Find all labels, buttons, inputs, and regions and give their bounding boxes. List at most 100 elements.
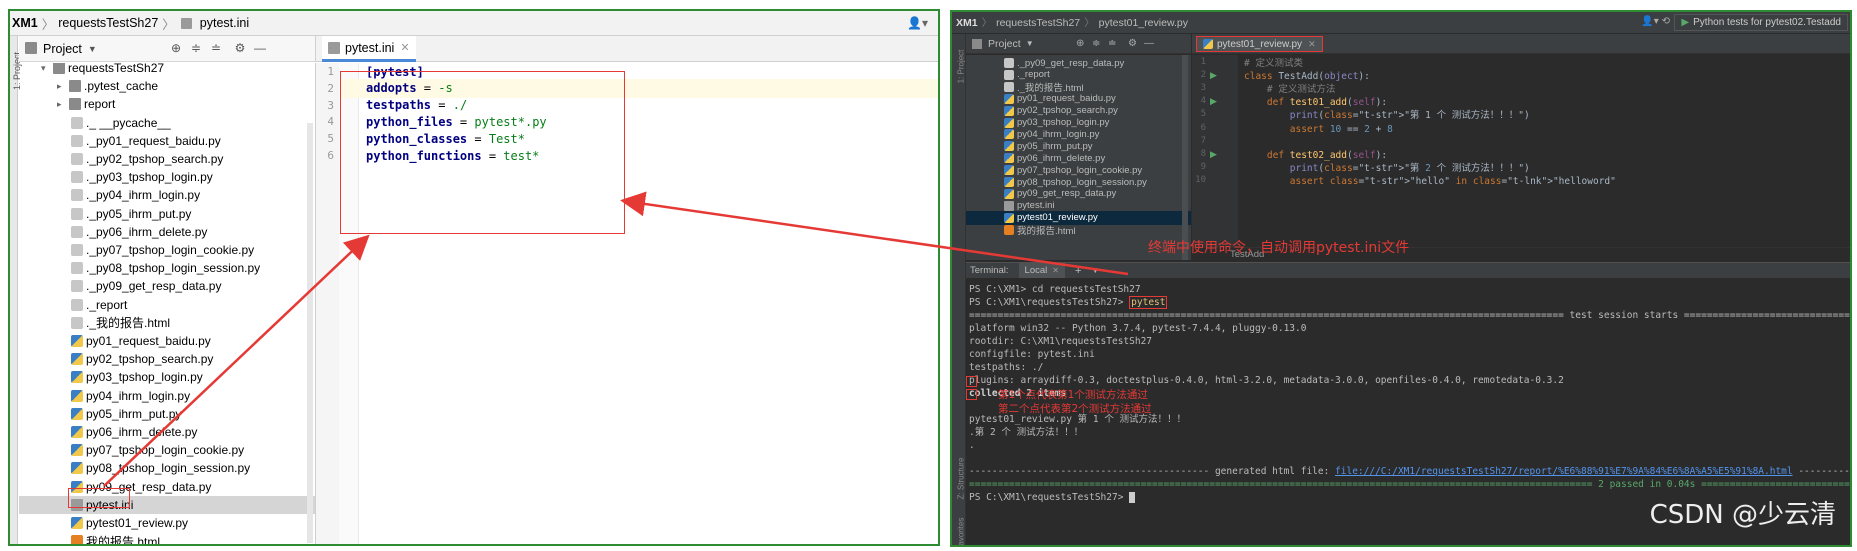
html-report-link[interactable]: file:///C:/XM1/requestsTestSh27/report/%… — [1335, 466, 1793, 477]
locate-icon[interactable]: ⊕ — [1076, 38, 1084, 49]
project-tool-title[interactable]: Project — [43, 42, 82, 56]
tree-item[interactable]: py07_tpshop_login_cookie.py — [19, 441, 315, 459]
tree-item[interactable]: 我的报告.html — [19, 532, 315, 544]
tree-item[interactable]: ._py09_get_resp_data.py — [19, 277, 315, 295]
tree-item[interactable]: ▾ requestsTestSh27 — [19, 63, 315, 77]
breadcrumb-folder[interactable]: requestsTestSh27 — [54, 16, 162, 30]
expand-all-icon[interactable]: ≑ — [1092, 38, 1100, 49]
tree-item[interactable]: 我的报告.html — [966, 223, 1191, 237]
add-terminal-icon[interactable]: + — [1075, 265, 1081, 277]
line-number-gutter: 1 2 3 4 5 6 — [315, 63, 339, 544]
tree-item[interactable]: py01_request_baidu.py — [19, 332, 315, 350]
run-test-icon[interactable]: ▶ — [1210, 70, 1217, 81]
tree-item-label: ._py04_ihrm_login.py — [86, 188, 201, 203]
run-config-label: Python tests for pytest02.Testadd — [1693, 17, 1841, 28]
close-icon[interactable]: ✕ — [1052, 266, 1059, 275]
terminal-line: . — [969, 439, 975, 452]
minimize-icon[interactable]: — — [1144, 38, 1154, 49]
tree-item[interactable]: py03_tpshop_login.py — [19, 368, 315, 386]
terminal-line-text: ========================================… — [969, 479, 1852, 490]
tree-scrollbar[interactable] — [307, 123, 313, 543]
line-number: 2 — [1200, 70, 1206, 81]
python-file-icon — [71, 225, 83, 238]
tree-item[interactable]: ▸ .pytest_cache — [19, 77, 315, 95]
expand-all-icon[interactable]: ≑ — [189, 41, 203, 55]
breadcrumb-project[interactable]: XM1 — [10, 16, 42, 30]
structure-stripe-label[interactable]: Z: Structure — [956, 458, 965, 500]
project-tool-title[interactable]: Project — [988, 38, 1021, 50]
tree-item[interactable]: pytest.ini — [19, 495, 315, 514]
gear-icon[interactable]: ⚙ — [1128, 38, 1137, 49]
collapse-all-icon[interactable]: ≐ — [1108, 38, 1116, 49]
chevron-icon[interactable]: ▸ — [57, 99, 69, 110]
favorites-stripe-label[interactable]: 2: Favorites — [956, 518, 965, 545]
chevron-icon[interactable]: ▾ — [41, 63, 53, 74]
tree-item[interactable]: pytest01_review.py — [19, 514, 315, 532]
gear-icon[interactable]: ⚙ — [233, 41, 247, 55]
tree-item[interactable]: ._py04_ihrm_login.py — [19, 186, 315, 204]
collapse-all-icon[interactable]: ≐ — [209, 41, 223, 55]
code-line: print(class="t-str">"第 2 个 测试方法！！！") — [1289, 162, 1530, 174]
terminal-line-text: ========================================… — [969, 310, 1850, 321]
chevron-icon[interactable]: ▸ — [57, 81, 69, 92]
ini-file-icon — [328, 41, 340, 54]
close-icon[interactable]: ✕ — [400, 41, 409, 54]
line-number: 2 — [327, 81, 334, 95]
run-configuration-select[interactable]: ▶ Python tests for pytest02.Testadd — [1674, 14, 1848, 31]
line-number: 6 — [327, 149, 334, 162]
tree-item[interactable]: py04_ihrm_login.py — [19, 387, 315, 405]
python-file-icon — [71, 316, 83, 329]
python-file-icon — [1203, 39, 1213, 49]
run-test-icon[interactable]: ▶ — [1210, 96, 1217, 107]
terminal-line: platform win32 -- Python 3.7.4, pytest-7… — [969, 322, 1306, 335]
python-file-icon — [1004, 117, 1014, 128]
tree-item[interactable]: py06_ihrm_delete.py — [19, 423, 315, 441]
tree-item-label: ._py01_request_baidu.py — [86, 133, 221, 148]
breadcrumb-file[interactable]: pytest.ini — [196, 16, 253, 30]
minimize-icon[interactable]: — — [253, 41, 267, 55]
tree-item[interactable]: ._py02_tpshop_search.py — [19, 150, 315, 168]
tab-pytest01-review[interactable]: pytest01_review.py ✕ — [1196, 36, 1323, 52]
breadcrumb-project[interactable]: XM1 — [952, 17, 982, 29]
terminal-tab-local[interactable]: Local ✕ — [1018, 262, 1065, 279]
python-file-icon — [71, 298, 83, 311]
tree-item[interactable]: ._report — [19, 296, 315, 314]
tree-item-label: report — [84, 97, 116, 112]
tree-item-label: py07_tpshop_login_cookie.py — [1017, 164, 1143, 176]
tree-item[interactable]: py08_tpshop_login_session.py — [19, 459, 315, 477]
tree-item[interactable]: ._ __pycache__ — [19, 114, 315, 132]
tree-item[interactable]: ._py07_tpshop_login_cookie.py — [19, 241, 315, 259]
selected-file-highlight-box — [68, 488, 130, 508]
run-test-icon[interactable]: ▶ — [1210, 149, 1217, 160]
tree-item[interactable]: py02_tpshop_search.py — [19, 350, 315, 368]
tree-item-label: .pytest_cache — [84, 79, 159, 94]
tree-item[interactable]: py09_get_resp_data.py — [19, 478, 315, 496]
project-stripe-label[interactable]: 1: Project — [956, 50, 965, 84]
breadcrumb-folder[interactable]: requestsTestSh27 — [992, 17, 1084, 29]
tree-item[interactable]: ._py05_ihrm_put.py — [19, 205, 315, 223]
tab-pytest-ini[interactable]: pytest.ini ✕ — [322, 36, 416, 62]
folder-icon — [69, 98, 81, 111]
tree-item[interactable]: ._py08_tpshop_login_session.py — [19, 259, 315, 277]
chevron-down-icon[interactable]: ▼ — [1091, 266, 1099, 275]
user-icon[interactable]: 👤▾ ⟲ — [1641, 16, 1670, 27]
close-icon[interactable]: ✕ — [1308, 39, 1316, 50]
terminal-label: Terminal: — [970, 265, 1009, 276]
tree-item[interactable]: ._我的报告.html — [19, 314, 315, 332]
chevron-down-icon[interactable]: ▼ — [1026, 39, 1034, 48]
tree-item[interactable]: py05_ihrm_put.py — [19, 405, 315, 423]
tree-item[interactable]: ._py01_request_baidu.py — [19, 132, 315, 150]
tree-item[interactable]: ._py03_tpshop_login.py — [19, 168, 315, 186]
chevron-down-icon[interactable]: ▼ — [88, 44, 97, 54]
locate-icon[interactable]: ⊕ — [169, 41, 183, 55]
terminal-line: PS C:\XM1> cd requestsTestSh27 — [969, 283, 1141, 296]
python-file-icon — [1004, 93, 1014, 104]
tree-item[interactable]: ._py06_ihrm_delete.py — [19, 223, 315, 241]
tree-item[interactable]: ▸ report — [19, 95, 315, 113]
tree-item-label: py05_ihrm_put.py — [86, 406, 182, 421]
tool-window-stripe: 1: Project — [10, 36, 22, 544]
user-icon[interactable]: 👤▾ — [907, 16, 928, 30]
code-editor[interactable]: 1 2 ▶ 3 4 ▶ 5 6 7 8 ▶ 9 10 # 定义测试类 class TestAdd(obje… — [1192, 55, 1850, 247]
tree-scrollbar[interactable] — [1182, 55, 1188, 260]
breadcrumb-file[interactable]: pytest01_review.py — [1095, 17, 1192, 29]
